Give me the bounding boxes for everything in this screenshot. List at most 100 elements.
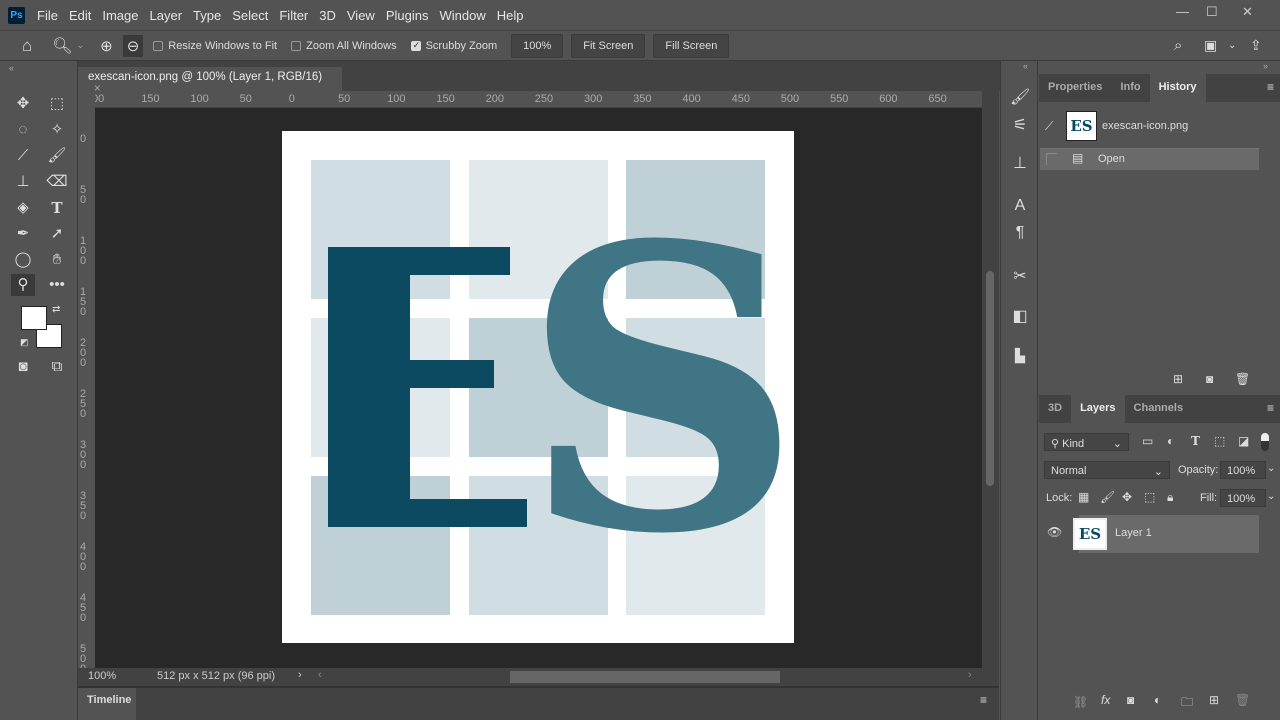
- visibility-eye-icon[interactable]: 👁︎: [1047, 525, 1062, 539]
- search-icon[interactable]: ⌕: [1174, 37, 1182, 54]
- lasso-tool-icon[interactable]: ◌: [11, 119, 35, 141]
- workspace-icon[interactable]: ▣: [1204, 37, 1217, 54]
- chevron-right-icon[interactable]: ›: [298, 669, 302, 681]
- tab-3d[interactable]: 3D: [1039, 395, 1071, 423]
- marquee-tool-icon[interactable]: ⬚: [45, 93, 69, 115]
- fx-icon[interactable]: fx: [1101, 693, 1110, 707]
- pen-tool-icon[interactable]: ✒: [11, 223, 35, 245]
- fill-screen-button[interactable]: Fill Screen: [653, 33, 730, 58]
- tab-properties[interactable]: Properties: [1039, 74, 1111, 102]
- fit-screen-button[interactable]: Fit Screen: [571, 33, 646, 58]
- chevron-down-icon[interactable]: ⌄: [77, 40, 85, 51]
- zoom-value-field[interactable]: 100%: [511, 33, 564, 58]
- add-mask-icon[interactable]: ◙: [1127, 693, 1134, 707]
- panel-menu-icon[interactable]: ≡: [1267, 401, 1274, 415]
- menu-edit[interactable]: Edit: [69, 8, 91, 23]
- filter-toggle[interactable]: [1261, 433, 1269, 451]
- horizontal-scrollbar-thumb[interactable]: [510, 671, 780, 683]
- quick-mask-icon[interactable]: ◙: [11, 356, 35, 378]
- ellipse-tool-icon[interactable]: ◯: [11, 249, 35, 271]
- layer-row[interactable]: 👁︎ ES Layer 1: [1039, 515, 1259, 553]
- vertical-scrollbar[interactable]: [982, 91, 999, 668]
- share-icon[interactable]: ⇪: [1250, 37, 1262, 54]
- trash-icon[interactable]: 🗑︎: [1235, 693, 1250, 707]
- clone-source-icon[interactable]: ⊥: [1010, 153, 1030, 173]
- filter-shape-icon[interactable]: ⬚: [1214, 434, 1225, 448]
- lock-artboard-icon[interactable]: ⬚: [1144, 490, 1155, 504]
- lock-transparent-icon[interactable]: ▦: [1078, 490, 1089, 504]
- magic-wand-icon[interactable]: ✧: [45, 119, 69, 141]
- close-window-button[interactable]: ✕: [1242, 4, 1253, 20]
- foreground-color-swatch[interactable]: [21, 306, 47, 330]
- lock-position-icon[interactable]: ✥: [1122, 490, 1132, 504]
- resize-windows-checkbox[interactable]: Resize Windows to Fit: [153, 40, 277, 52]
- eyedropper-icon[interactable]: ⟋: [11, 145, 35, 167]
- chevron-down-icon[interactable]: ⌄: [1228, 40, 1236, 51]
- tab-info[interactable]: Info: [1111, 74, 1149, 102]
- menu-image[interactable]: Image: [102, 8, 138, 23]
- filter-adjustment-icon[interactable]: ◐: [1167, 434, 1174, 448]
- menu-select[interactable]: Select: [232, 8, 268, 23]
- lock-all-icon[interactable]: 🔒︎: [1167, 490, 1173, 505]
- default-colors-icon[interactable]: ◩: [20, 337, 29, 348]
- tab-channels[interactable]: Channels: [1125, 395, 1193, 423]
- menu-file[interactable]: File: [37, 8, 58, 23]
- zoom-tool-icon[interactable]: ⚲: [11, 274, 35, 296]
- chevron-down-icon[interactable]: ⌄: [1267, 463, 1275, 474]
- trash-icon[interactable]: 🗑︎: [1235, 372, 1250, 386]
- type-tool-icon[interactable]: T: [45, 197, 69, 219]
- menu-window[interactable]: Window: [439, 8, 485, 23]
- document-tab[interactable]: exescan-icon.png @ 100% (Layer 1, RGB/16…: [78, 67, 342, 95]
- snapshot-thumbnail[interactable]: ES: [1066, 111, 1097, 141]
- swap-colors-icon[interactable]: ⇄: [52, 304, 60, 315]
- menu-plugins[interactable]: Plugins: [386, 8, 429, 23]
- camera-icon[interactable]: ◙: [1206, 372, 1213, 386]
- menu-view[interactable]: View: [347, 8, 375, 23]
- snapshot-name[interactable]: exescan-icon.png: [1102, 120, 1188, 132]
- zoom-tool-icon[interactable]: 🔍︎: [52, 36, 72, 56]
- opacity-field[interactable]: 100%: [1220, 461, 1266, 479]
- brush-tool-icon[interactable]: 🖌︎: [45, 145, 69, 167]
- character-icon[interactable]: A: [1010, 197, 1030, 215]
- scroll-left-icon[interactable]: ‹: [318, 669, 322, 681]
- link-layers-icon[interactable]: ⛓: [1073, 695, 1088, 709]
- chevron-down-icon[interactable]: ⌄: [1267, 491, 1275, 502]
- tab-layers[interactable]: Layers: [1071, 395, 1125, 423]
- zoom-in-icon[interactable]: ⊕: [100, 37, 113, 55]
- menu-help[interactable]: Help: [497, 8, 524, 23]
- panel-menu-icon[interactable]: ≡: [980, 693, 987, 707]
- brush-settings-icon[interactable]: 🖌︎: [1010, 87, 1030, 107]
- scrollbar-thumb[interactable]: [986, 271, 994, 486]
- status-zoom[interactable]: 100%: [88, 670, 116, 682]
- menu-3d[interactable]: 3D: [319, 8, 336, 23]
- expand-icon[interactable]: »: [1263, 61, 1268, 71]
- home-icon[interactable]: ⌂: [22, 36, 32, 56]
- tab-history[interactable]: History: [1149, 74, 1206, 102]
- menu-filter[interactable]: Filter: [279, 8, 308, 23]
- adjustments-icon[interactable]: ⚟: [1010, 115, 1030, 135]
- zoom-all-windows-checkbox[interactable]: Zoom All Windows: [291, 40, 397, 52]
- filter-pixel-icon[interactable]: ▭: [1142, 434, 1153, 448]
- paragraph-icon[interactable]: ¶: [1010, 224, 1030, 242]
- stamp-tool-icon[interactable]: ⊥: [11, 171, 35, 193]
- menu-layer[interactable]: Layer: [150, 8, 183, 23]
- hand-tool-icon[interactable]: ✋︎: [45, 249, 69, 271]
- lock-image-icon[interactable]: 🖌︎: [1100, 490, 1115, 504]
- filter-smart-object-icon[interactable]: ◪: [1238, 434, 1249, 448]
- new-document-from-state-icon[interactable]: ⊞: [1173, 372, 1183, 386]
- layer-name[interactable]: Layer 1: [1115, 527, 1152, 539]
- zoom-out-icon[interactable]: ⊖: [122, 34, 144, 57]
- history-state-open[interactable]: ▤ Open: [1040, 148, 1259, 170]
- adjustment-layer-icon[interactable]: ◐: [1154, 693, 1161, 707]
- new-layer-icon[interactable]: ⊞: [1209, 693, 1219, 707]
- fill-field[interactable]: 100%: [1220, 489, 1266, 507]
- blend-mode-select[interactable]: Normal ⌄: [1044, 461, 1170, 479]
- maximize-button[interactable]: ☐: [1206, 4, 1218, 20]
- more-tools-icon[interactable]: •••: [45, 274, 69, 296]
- libraries-icon[interactable]: ◧: [1010, 306, 1030, 326]
- history-source-checkbox[interactable]: [1046, 153, 1057, 165]
- plugins-icon[interactable]: ▙: [1010, 348, 1030, 364]
- group-folder-icon[interactable]: 🗀: [1181, 693, 1193, 714]
- collapse-icon[interactable]: «: [1023, 61, 1028, 71]
- eraser-tool-icon[interactable]: ⌫: [45, 171, 69, 193]
